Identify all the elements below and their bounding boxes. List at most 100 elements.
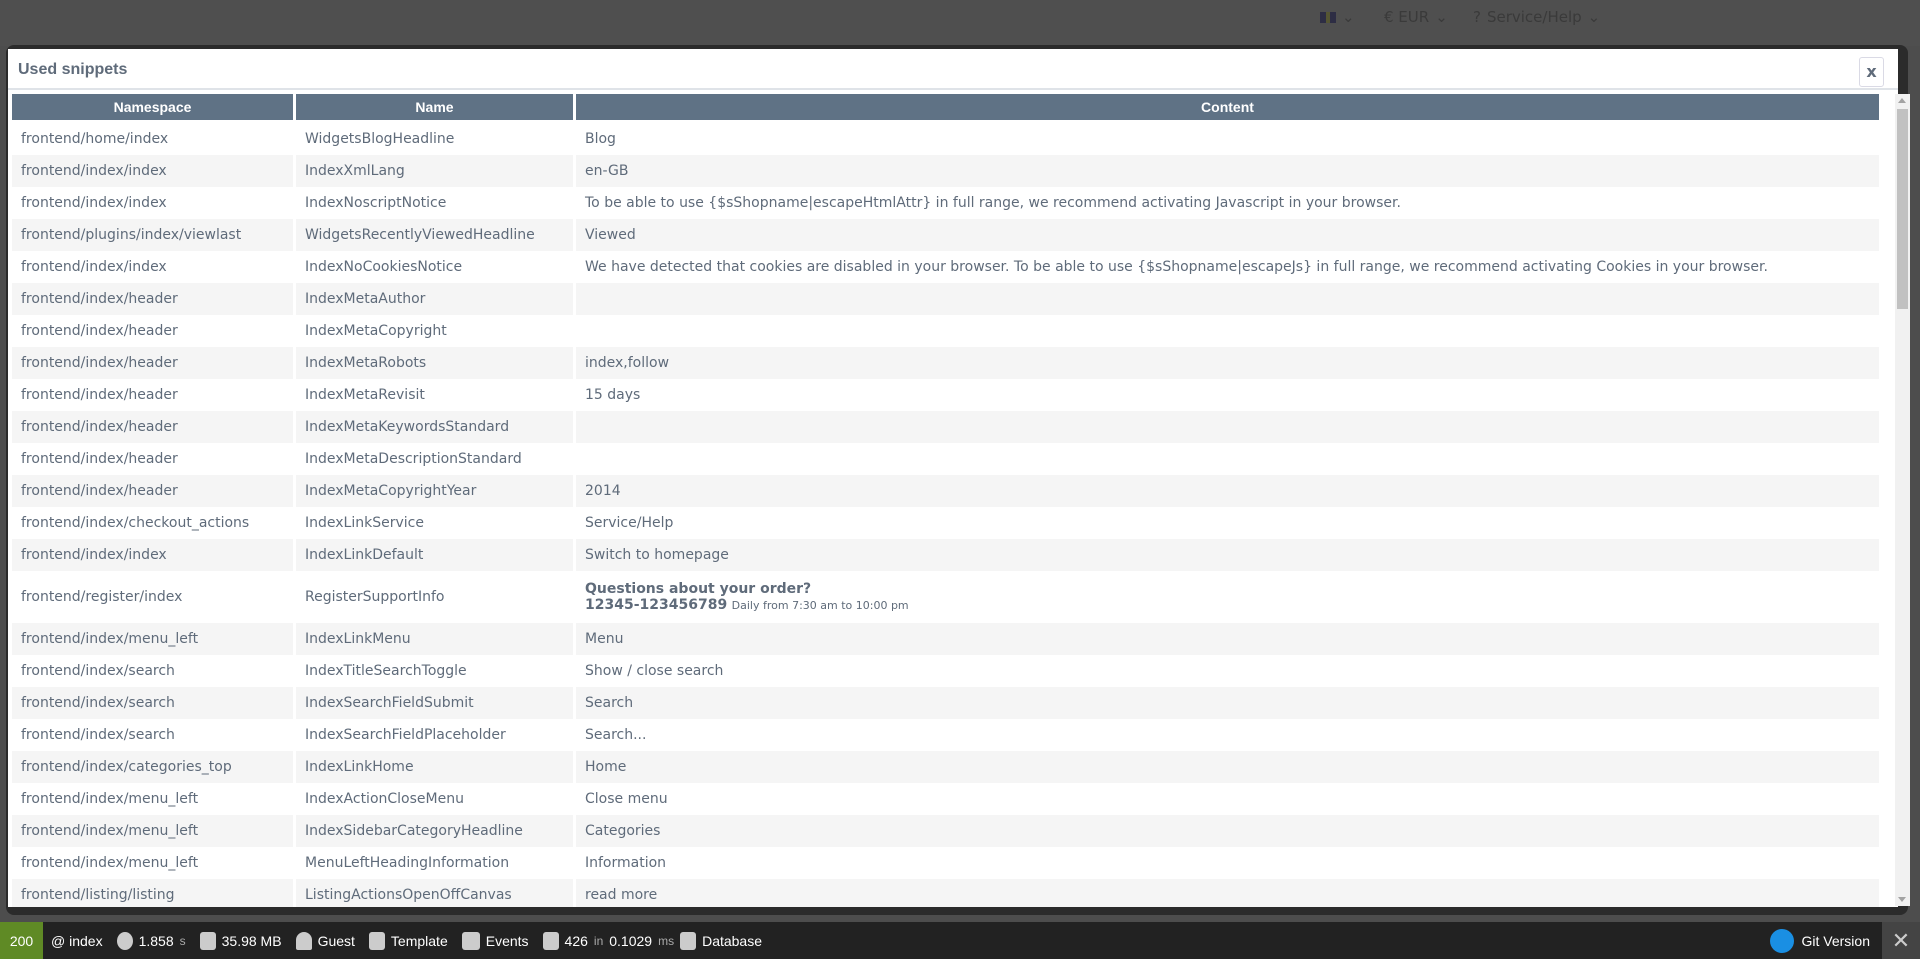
cell-content: We have detected that cookies are disabl… [585,259,1768,275]
template-item[interactable]: Template [368,931,448,950]
cell-name: IndexSearchFieldPlaceholder [305,727,506,743]
cell-content: Search [576,687,1879,719]
cell-namespace: frontend/index/index [21,195,167,211]
cell-content: Information [585,855,667,871]
cell-content [576,315,1879,347]
memory-value: 35.98 MB [221,932,282,949]
table-row: frontend/index/index IndexXmlLang en-GB [12,155,1879,187]
table-row: frontend/index/search IndexSearchFieldPla… [12,719,1879,751]
chevron-down-icon: ⌄ [1342,8,1355,26]
scroll-up-arrow-icon[interactable] [1898,98,1906,103]
cell-namespace: frontend/index/checkout_actions [21,515,250,531]
cell-content [576,443,1879,475]
cell-name: WidgetsRecentlyViewedHeadline [296,219,573,251]
table-row: frontend/listing/listing ListingActionsOp… [12,879,1879,907]
snippets-table-container[interactable]: Namespace Name Content frontend/home/ind… [10,94,1880,907]
support-hours: Daily from 7:30 am to 10:00 pm [731,599,909,612]
language-switcher[interactable]: ⌄ [1320,8,1355,26]
table-row: frontend/index/search IndexTitleSearchTog… [12,655,1879,687]
cell-content: Show / close search [585,663,724,679]
currency-switcher[interactable]: € EUR ⌄ [1384,8,1448,26]
chevron-down-icon: ⌄ [1435,8,1448,26]
cell-content: Close menu [585,791,668,807]
table-row: frontend/plugins/index/viewlast WidgetsRe… [12,219,1879,251]
cell-namespace: frontend/index/index [12,539,293,571]
cell-namespace: frontend/index/header [21,387,178,403]
cell-content: Menu [576,623,1879,655]
toolbar-close-button[interactable]: ✕ [1882,922,1920,959]
table-row: frontend/index/index IndexNoscriptNotice T… [12,187,1879,219]
table-row: frontend/register/index RegisterSupportIn… [12,571,1879,623]
memory-item[interactable]: 35.98 MB [199,931,282,950]
cell-name: ListingActionsOpenOffCanvas [296,879,573,907]
cell-namespace: frontend/index/categories_top [12,751,293,783]
cell-content: Blog [585,131,616,147]
cell-content: index,follow [576,347,1879,379]
route-item[interactable]: @ index [51,933,103,949]
table-row: frontend/home/index WidgetsBlogHeadline Bl… [12,123,1879,155]
version-item[interactable]: Git Version [1769,928,1870,953]
cell-namespace: frontend/index/search [12,687,293,719]
cell-namespace: frontend/index/menu_left [12,815,293,847]
table-row: frontend/index/header IndexMetaCopyright [12,315,1879,347]
modal-title: Used snippets [8,49,1898,90]
scrollbar[interactable] [1895,94,1910,906]
query-time-unit: ms [658,933,675,948]
table-row: frontend/index/menu_left IndexActionClose… [12,783,1879,815]
cell-namespace: frontend/index/header [12,283,293,315]
query-count: 426 [564,932,588,949]
status-code-badge: 200 [0,922,43,959]
column-header-name: Name [296,94,573,123]
template-label: Template [390,932,448,949]
events-label: Events [485,932,529,949]
cell-namespace: frontend/index/header [12,475,293,507]
cell-content [576,283,1879,315]
broadcast-icon [461,931,480,950]
close-button[interactable]: x [1859,57,1884,87]
cell-namespace: frontend/index/search [21,727,175,743]
support-question: Questions about your order? [585,581,812,597]
cell-content: read more [576,879,1879,907]
table-row: frontend/index/search IndexSearchFieldSub… [12,687,1879,719]
currency-label: € EUR [1384,8,1430,26]
memory-icon [199,931,216,950]
time-unit: s [179,933,186,948]
cell-namespace: frontend/plugins/index/viewlast [12,219,293,251]
database-item[interactable]: 426 in 0.1029 ms Database [542,931,762,950]
cell-content: Categories [576,815,1879,847]
column-header-content: Content [576,94,1879,123]
cell-name: IndexLinkService [305,515,424,531]
stopwatch-icon [116,931,133,950]
scroll-down-arrow-icon[interactable] [1898,897,1906,902]
cell-name: WidgetsBlogHeadline [305,131,455,147]
service-help-menu[interactable]: ? Service/Help ⌄ [1473,8,1600,26]
used-snippets-modal: Used snippets x Namespace Name Content f… [8,49,1898,907]
cell-namespace: frontend/index/search [21,663,175,679]
route-label: @ index [51,932,103,949]
events-item[interactable]: Events [461,931,529,950]
cell-namespace: frontend/register/index [21,589,183,605]
question-icon: ? [1473,8,1481,26]
table-row: frontend/index/categories_top IndexLinkHo… [12,751,1879,783]
debug-toolbar: 200 @ index 1.858 s 35.98 MB Guest Templa… [0,922,1920,959]
timing-item[interactable]: 1.858 s [116,931,186,950]
service-label: Service/Help [1486,8,1582,26]
cell-content: Questions about your order? 12345-1234567… [576,571,1879,623]
cell-namespace: frontend/index/header [21,323,178,339]
column-header-namespace: Namespace [12,94,293,123]
table-row: frontend/index/header IndexMetaAuthor [12,283,1879,315]
cell-name: IndexMetaCopyrightYear [296,475,573,507]
table-row: frontend/index/header IndexMetaRobots inde… [12,347,1879,379]
cell-name: MenuLeftHeadingInformation [305,855,510,871]
database-icon [680,931,697,950]
cell-content: 2014 [576,475,1879,507]
version-label: Git Version [1801,932,1870,949]
cell-name: IndexMetaDescriptionStandard [305,451,522,467]
user-icon [295,931,312,950]
table-row: frontend/index/index IndexLinkDefault Swit… [12,539,1879,571]
query-time: 0.1029 [609,932,653,949]
table-row: frontend/index/header IndexMetaKeywordsSt… [12,411,1879,443]
user-item[interactable]: Guest [295,931,355,950]
scrollbar-thumb[interactable] [1897,109,1908,309]
snippets-table: Namespace Name Content frontend/home/ind… [10,94,1880,907]
